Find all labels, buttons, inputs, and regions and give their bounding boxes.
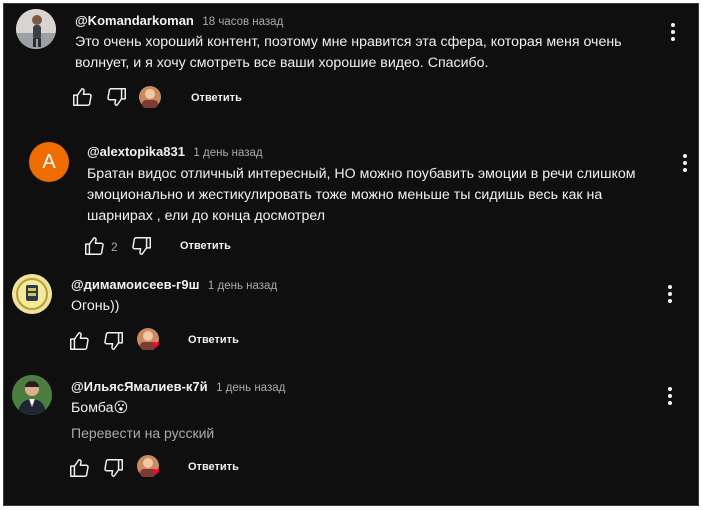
dislike-icon[interactable] [103,457,125,479]
timestamp[interactable]: 1 день назад [216,382,285,394]
comment-line: Бомба😮 [71,400,129,416]
more-options-icon[interactable] [664,386,676,406]
creator-heart-icon[interactable] [136,454,162,480]
comment-4: @ИльясЯмалиев-к7й 1 день назад Бомба😮 Пе… [0,0,703,500]
translate-link[interactable]: Перевести на русский [71,425,214,441]
comment-text: Бомба😮 [71,398,128,419]
author-name[interactable]: @ИльясЯмалиев-к7й [71,379,208,394]
reply-button[interactable]: Ответить [188,461,239,473]
comment-header: @ИльясЯмалиев-к7й 1 день назад [71,378,285,396]
like-icon[interactable] [68,457,90,479]
avatar[interactable] [12,375,52,415]
